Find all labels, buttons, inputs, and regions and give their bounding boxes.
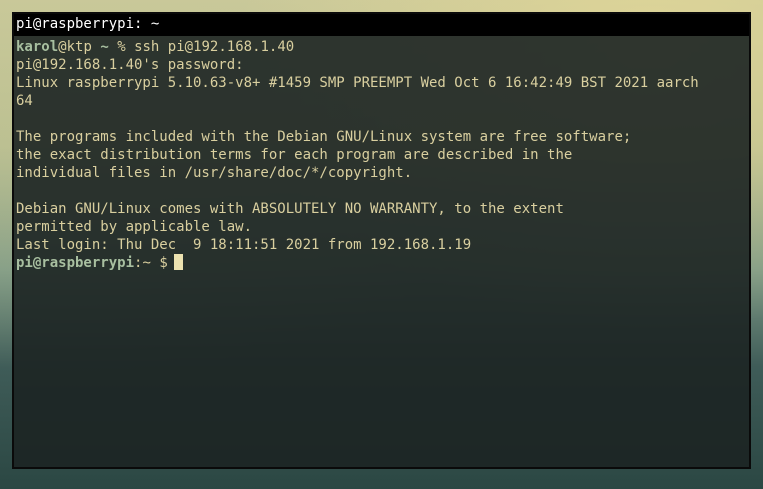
motd-line-2: the exact distribution terms for each pr… — [16, 147, 573, 163]
local-prompt-symbol: % — [117, 39, 126, 55]
motd-line-4: Debian GNU/Linux comes with ABSOLUTELY N… — [16, 201, 564, 217]
last-login-line: Last login: Thu Dec 9 18:11:51 2021 from… — [16, 237, 472, 253]
window-title: pi@raspberrypi: ~ — [14, 14, 749, 36]
local-prompt-user: karol — [16, 39, 59, 55]
motd-line-3: individual files in /usr/share/doc/*/cop… — [16, 165, 413, 181]
text-cursor[interactable] — [173, 254, 183, 270]
remote-prompt-user: pi@raspberrypi — [16, 255, 135, 271]
remote-prompt-line[interactable]: pi@raspberrypi:~ $ — [16, 254, 749, 272]
remote-prompt-symbol: $ — [159, 255, 168, 271]
motd-line-5: permitted by applicable law. — [16, 219, 253, 235]
remote-prompt-path: :~ — [134, 255, 151, 271]
password-prompt-line: pi@192.168.1.40's password: — [16, 57, 244, 73]
terminal-output[interactable]: karol@ktp ~ % ssh pi@192.168.1.40 pi@192… — [14, 36, 749, 272]
motd-line-1: The programs included with the Debian GN… — [16, 129, 632, 145]
ssh-command: ssh pi@192.168.1.40 — [134, 39, 295, 55]
local-command-line: karol@ktp ~ % ssh pi@192.168.1.40 — [16, 38, 749, 56]
uname-line-1: Linux raspberrypi 5.10.63-v8+ #1459 SMP … — [16, 75, 699, 91]
local-prompt-host: @ktp — [58, 39, 92, 55]
local-prompt-path: ~ — [100, 39, 109, 55]
terminal-window[interactable]: pi@raspberrypi: ~ karol@ktp ~ % ssh pi@1… — [12, 12, 751, 469]
uname-line-2: 64 — [16, 93, 33, 109]
